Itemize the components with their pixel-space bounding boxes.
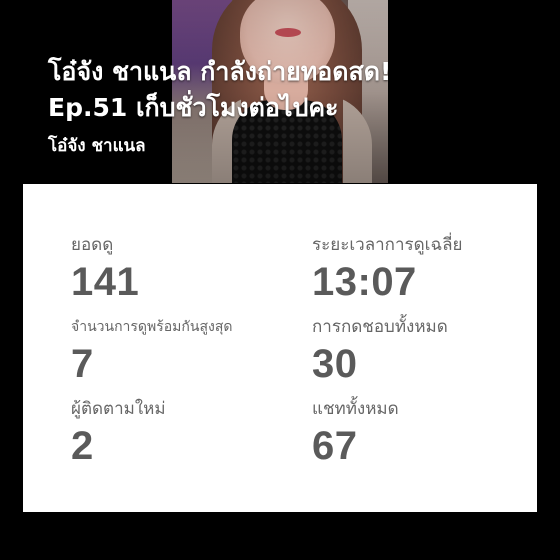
stat-views-label: ยอดดู <box>71 235 114 255</box>
stat-peak-concurrent-label: จำนวนการดูพร้อมกันสูงสุด <box>71 319 233 335</box>
stat-new-followers: ผู้ติดตามใหม่ 2 <box>71 398 166 468</box>
stat-total-chats: แชททั้งหมด 67 <box>312 398 399 468</box>
live-summary-screen: โอ๋จัง ชาแนล กำลังถ่ายทอดสด! Ep.51 เก็บช… <box>0 0 560 560</box>
stat-total-likes: การกดชอบทั้งหมด 30 <box>312 316 448 386</box>
stat-new-followers-value: 2 <box>71 424 94 468</box>
stat-peak-concurrent-value: 7 <box>71 342 94 386</box>
stats-card: ยอดดู 141 ระยะเวลาการดูเฉลี่ย 13:07 จำนว… <box>23 184 537 512</box>
stat-avg-watch-time-value: 13:07 <box>312 260 417 304</box>
stream-title-line2: Ep.51 เก็บชั่วโมงต่อไปคะ <box>48 93 339 122</box>
stat-views-value: 141 <box>71 260 140 304</box>
stat-avg-watch-time: ระยะเวลาการดูเฉลี่ย 13:07 <box>312 234 462 304</box>
stat-views: ยอดดู 141 <box>71 234 139 304</box>
stat-total-chats-value: 67 <box>312 424 358 468</box>
stat-total-likes-value: 30 <box>312 342 358 386</box>
stat-new-followers-label: ผู้ติดตามใหม่ <box>71 399 166 419</box>
stat-total-likes-label: การกดชอบทั้งหมด <box>312 317 448 337</box>
stream-title-line1: โอ๋จัง ชาแนล กำลังถ่ายทอดสด! <box>48 57 392 86</box>
stream-title: โอ๋จัง ชาแนล กำลังถ่ายทอดสด! Ep.51 เก็บช… <box>48 54 528 126</box>
stat-avg-watch-time-label: ระยะเวลาการดูเฉลี่ย <box>312 235 463 255</box>
stat-total-chats-label: แชททั้งหมด <box>312 399 399 419</box>
stat-peak-concurrent: จำนวนการดูพร้อมกันสูงสุด 7 <box>71 316 232 386</box>
channel-name: โอ๋จัง ชาแนล <box>48 136 146 156</box>
